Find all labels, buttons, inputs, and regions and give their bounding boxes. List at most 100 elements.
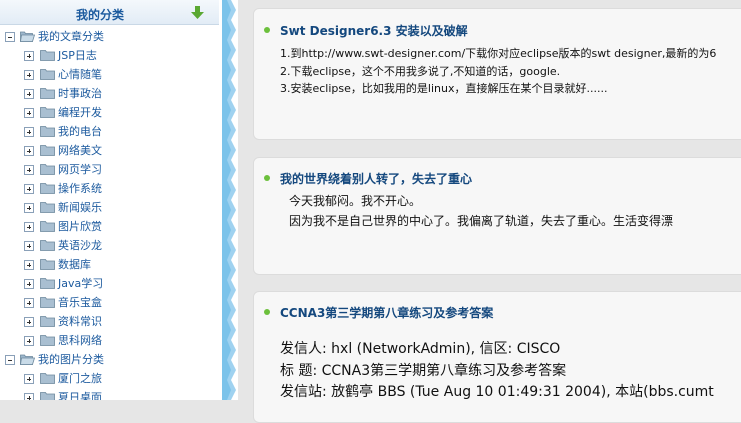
post-text-line: 1.到http://www.swt-designer.com/下载你对应ecli…	[280, 47, 717, 60]
expand-toggle-icon[interactable]	[24, 146, 34, 156]
folder-icon	[40, 183, 55, 194]
expand-toggle-icon[interactable]	[24, 260, 34, 270]
tree-item[interactable]: 数据库	[0, 255, 219, 274]
collapse-toggle-icon[interactable]	[5, 32, 15, 42]
green-bullet-icon	[264, 27, 270, 33]
post-text-line: 今天我郁闷。我不开心。	[289, 194, 422, 208]
tree-item[interactable]: 新闻娱乐	[0, 198, 219, 217]
expand-toggle-icon[interactable]	[24, 165, 34, 175]
tree-item-label[interactable]: 资料常识	[58, 312, 102, 331]
post-title[interactable]: 我的世界绕着别人转了，失去了重心	[280, 170, 472, 187]
tree-item[interactable]: 资料常识	[0, 312, 219, 331]
tree-item[interactable]: 厦门之旅	[0, 369, 219, 388]
tree-item-label[interactable]: 音乐宝盒	[58, 293, 102, 312]
tree-item-label[interactable]: 我的电台	[58, 122, 102, 141]
tree-item[interactable]: 网页学习	[0, 160, 219, 179]
tree-item-label[interactable]: 夏日桌面	[58, 388, 102, 400]
tree-item-label[interactable]: 数据库	[58, 255, 91, 274]
expand-toggle-icon[interactable]	[24, 222, 34, 232]
folder-icon	[40, 278, 55, 289]
tree-item-label[interactable]: 厦门之旅	[58, 369, 102, 388]
tree-item-label[interactable]: 网络美文	[58, 141, 102, 160]
decorative-wave-strip	[222, 0, 238, 400]
folder-icon	[40, 373, 55, 384]
tree-item[interactable]: 我的电台	[0, 122, 219, 141]
tree-group-article-categories[interactable]: 我的文章分类	[0, 27, 219, 46]
collapse-toggle-icon[interactable]	[5, 355, 15, 365]
tree-item-label[interactable]: 网页学习	[58, 160, 102, 179]
folder-icon	[40, 335, 55, 346]
expand-toggle-icon[interactable]	[24, 393, 34, 400]
folder-icon	[40, 145, 55, 156]
tree-item[interactable]: 编程开发	[0, 103, 219, 122]
green-bullet-icon	[264, 175, 270, 181]
expand-toggle-icon[interactable]	[24, 127, 34, 137]
folder-icon	[40, 88, 55, 99]
tree-group-label[interactable]: 我的文章分类	[38, 27, 104, 46]
tree-item-label[interactable]: 心情随笔	[58, 65, 102, 84]
tree-item[interactable]: 图片欣赏	[0, 217, 219, 236]
folder-icon	[40, 202, 55, 213]
tree-group-photo-categories[interactable]: 我的图片分类	[0, 350, 219, 369]
blog-post: CCNA3第三学期第八章练习及参考答案 发信人: hxl (NetworkAdm…	[253, 291, 741, 423]
open-folder-icon	[20, 354, 35, 365]
open-folder-icon	[20, 31, 35, 42]
blog-post: 我的世界绕着别人转了，失去了重心 今天我郁闷。我不开心。 因为我不是自己世界的中…	[253, 157, 741, 275]
expand-toggle-icon[interactable]	[24, 336, 34, 346]
tree-item-label[interactable]: 编程开发	[58, 103, 102, 122]
tree-item[interactable]: 音乐宝盒	[0, 293, 219, 312]
tree-item[interactable]: 操作系统	[0, 179, 219, 198]
blog-post: Swt Designer6.3 安装以及破解 1.到http://www.swt…	[253, 8, 741, 140]
post-text-line: 2.下载eclipse，这个不用我多说了,不知道的话，google.	[280, 65, 561, 78]
folder-icon	[40, 69, 55, 80]
tree-item[interactable]: 时事政治	[0, 84, 219, 103]
post-title[interactable]: Swt Designer6.3 安装以及破解	[280, 22, 468, 39]
expand-toggle-icon[interactable]	[24, 241, 34, 251]
expand-toggle-icon[interactable]	[24, 184, 34, 194]
folder-icon	[40, 50, 55, 61]
tree-item-label[interactable]: 时事政治	[58, 84, 102, 103]
tree-item[interactable]: 心情随笔	[0, 65, 219, 84]
folder-icon	[40, 164, 55, 175]
tree-item-label[interactable]: Java学习	[58, 274, 103, 293]
tree-item[interactable]: 英语沙龙	[0, 236, 219, 255]
tree-item-label[interactable]: 图片欣赏	[58, 217, 102, 236]
folder-icon	[40, 240, 55, 251]
post-text-line: 标 题: CCNA3第三学期第八章练习及参考答案	[280, 363, 567, 379]
tree-item[interactable]: 网络美文	[0, 141, 219, 160]
expand-toggle-icon[interactable]	[24, 203, 34, 213]
expand-toggle-icon[interactable]	[24, 317, 34, 327]
folder-icon	[40, 107, 55, 118]
folder-icon	[40, 316, 55, 327]
tree-item-label[interactable]: 英语沙龙	[58, 236, 102, 255]
tree-item-label[interactable]: 操作系统	[58, 179, 102, 198]
tree-group-label[interactable]: 我的图片分类	[38, 350, 104, 369]
category-sidebar: 我的分类 我的文章分类 JSP日志 心情随笔 时事政治 编程开发 我的电台 网络…	[0, 0, 222, 400]
folder-icon	[40, 126, 55, 137]
expand-toggle-icon[interactable]	[24, 279, 34, 289]
green-bullet-icon	[264, 309, 270, 315]
expand-toggle-icon[interactable]	[24, 70, 34, 80]
folder-icon	[40, 221, 55, 232]
expand-toggle-icon[interactable]	[24, 298, 34, 308]
sidebar-header: 我的分类	[0, 0, 219, 25]
green-down-arrow-icon[interactable]	[190, 5, 205, 20]
tree-item[interactable]: Java学习	[0, 274, 219, 293]
expand-toggle-icon[interactable]	[24, 108, 34, 118]
tree-item-label[interactable]: JSP日志	[58, 46, 97, 65]
sidebar-title: 我的分类	[75, 8, 124, 22]
tree-item-label[interactable]: 新闻娱乐	[58, 198, 102, 217]
tree-item-label[interactable]: 思科网络	[58, 331, 102, 350]
post-title[interactable]: CCNA3第三学期第八章练习及参考答案	[280, 304, 493, 321]
tree-item[interactable]: 思科网络	[0, 331, 219, 350]
post-text-line: 3.安装eclipse，比如我用的是linux，直接解压在某个目录就好.....…	[280, 82, 608, 95]
post-text-line: 发信人: hxl (NetworkAdmin), 信区: CISCO	[280, 341, 561, 357]
tree-item[interactable]: 夏日桌面	[0, 388, 219, 400]
expand-toggle-icon[interactable]	[24, 51, 34, 61]
post-text-line: 因为我不是自己世界的中心了。我偏离了轨道，失去了重心。生活变得漂	[289, 214, 674, 228]
post-text-line: 发信站: 放鹤亭 BBS (Tue Aug 10 01:49:31 2004),…	[280, 384, 714, 400]
tree-item[interactable]: JSP日志	[0, 46, 219, 65]
expand-toggle-icon[interactable]	[24, 89, 34, 99]
expand-toggle-icon[interactable]	[24, 374, 34, 384]
category-tree: 我的文章分类 JSP日志 心情随笔 时事政治 编程开发 我的电台 网络美文 网页…	[0, 27, 219, 400]
